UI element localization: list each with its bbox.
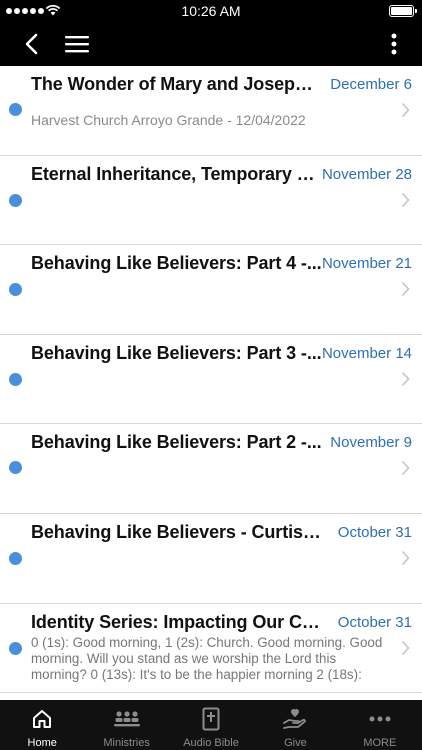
list-item[interactable]: Behaving Like Believers: Part 4 -... Nov… bbox=[0, 245, 422, 335]
item-date: October 31 bbox=[337, 613, 412, 631]
list-item[interactable]: The Wonder of Mary and Joseph -... Decem… bbox=[0, 66, 422, 156]
item-date: December 6 bbox=[330, 76, 412, 93]
people-group-icon bbox=[113, 707, 140, 731]
home-icon bbox=[29, 707, 55, 731]
chevron-right-icon bbox=[401, 371, 410, 386]
tab-label: Audio Bible bbox=[183, 737, 239, 749]
list-item[interactable]: Behaving Like Believers - Curtis H... Oc… bbox=[0, 514, 422, 604]
sermon-list: The Wonder of Mary and Joseph -... Decem… bbox=[0, 66, 422, 700]
battery-icon bbox=[389, 5, 417, 17]
hamburger-menu-icon bbox=[65, 36, 89, 53]
chevron-right-icon bbox=[401, 461, 410, 476]
item-title: Identity Series: Impacting Our Co... bbox=[31, 611, 323, 632]
unread-dot-icon bbox=[9, 193, 22, 207]
vertical-ellipsis-icon bbox=[391, 33, 397, 55]
item-title: Behaving Like Believers: Part 4 -... bbox=[31, 253, 322, 274]
status-time: 10:26 AM bbox=[181, 3, 241, 19]
item-date: November 21 bbox=[321, 255, 412, 273]
unread-dot-icon bbox=[9, 551, 22, 565]
chevron-right-icon bbox=[401, 282, 410, 297]
more-options-button[interactable] bbox=[384, 22, 404, 66]
chevron-right-icon bbox=[401, 102, 410, 118]
tab-bar: Home Ministries Audio Bible Give MORE bbox=[0, 700, 422, 750]
list-item[interactable]: Behaving Like Believers: Part 2 -... Nov… bbox=[0, 424, 422, 514]
unread-dot-icon bbox=[9, 283, 22, 297]
item-transcript-snippet: 0 (1s): Good morning, 1 (2s): Church. Go… bbox=[31, 634, 383, 682]
unread-dot-icon bbox=[9, 103, 22, 116]
item-title: The Wonder of Mary and Joseph -... bbox=[31, 74, 323, 94]
tab-label: Home bbox=[27, 737, 57, 749]
tab-label: MORE bbox=[363, 737, 397, 749]
back-button[interactable] bbox=[14, 22, 48, 66]
tab-label: Give bbox=[284, 737, 307, 749]
item-subtitle: Harvest Church Arroyo Grande - 12/04/202… bbox=[31, 112, 306, 128]
item-date: November 14 bbox=[321, 344, 412, 362]
item-title: Behaving Like Believers: Part 3 -... bbox=[31, 342, 322, 363]
chevron-right-icon bbox=[401, 640, 410, 655]
item-date: November 9 bbox=[330, 434, 412, 452]
unread-dot-icon bbox=[9, 372, 22, 386]
tab-audio-bible[interactable]: Audio Bible bbox=[169, 700, 253, 750]
list-item[interactable]: Identity Series: Impacting Our Co... Oct… bbox=[0, 604, 422, 694]
item-title: Eternal Inheritance, Temporary S... bbox=[31, 163, 323, 184]
list-item[interactable]: Behaving Like Believers: Part 3 -... Nov… bbox=[0, 335, 422, 425]
menu-button[interactable] bbox=[60, 22, 94, 66]
tab-home[interactable]: Home bbox=[0, 700, 84, 750]
unread-dot-icon bbox=[9, 461, 22, 475]
nav-bar bbox=[0, 22, 422, 66]
tab-give[interactable]: Give bbox=[253, 700, 337, 750]
status-bar: 10:26 AM bbox=[0, 0, 422, 22]
item-title: Behaving Like Believers: Part 2 -... bbox=[31, 432, 322, 453]
item-date: November 28 bbox=[321, 165, 412, 183]
chevron-right-icon bbox=[401, 192, 410, 207]
more-dots-icon bbox=[367, 707, 393, 731]
tab-ministries[interactable]: Ministries bbox=[84, 700, 168, 750]
giving-hand-icon bbox=[282, 707, 308, 731]
list-item[interactable]: Eternal Inheritance, Temporary S... Nove… bbox=[0, 156, 422, 246]
item-title: Behaving Like Believers - Curtis H... bbox=[31, 521, 323, 542]
chevron-left-icon bbox=[25, 33, 38, 55]
tab-more[interactable]: MORE bbox=[338, 700, 422, 750]
item-date: October 31 bbox=[337, 523, 412, 541]
bible-icon bbox=[198, 707, 224, 731]
chevron-right-icon bbox=[401, 550, 410, 566]
unread-dot-icon bbox=[9, 641, 22, 655]
tab-label: Ministries bbox=[103, 737, 150, 749]
